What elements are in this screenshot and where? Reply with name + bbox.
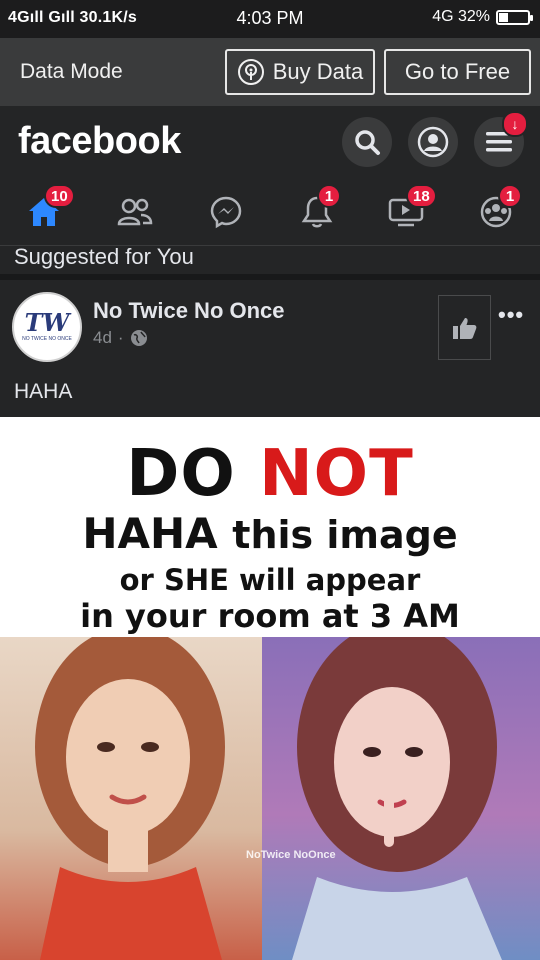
meme-line-1-b: NOT [259,437,414,511]
avatar[interactable]: TW NO TWICE NO ONCE [12,292,82,362]
data-mode-label: Data Mode [20,60,123,83]
post-image[interactable]: DO NOT HAHA this image or SHE will appea… [0,417,540,960]
suggested-label: Suggested for You [14,246,194,269]
menu-button[interactable]: ↓ [474,111,528,167]
photo-right [262,622,540,960]
status-right: 4G 32% [432,8,533,26]
data-mode-bar: Data Mode Buy Data Go to Free [0,38,540,106]
meme-line-1: DO NOT [0,437,540,511]
groups-badge: 1 [498,184,522,208]
post-card: TW NO TWICE NO ONCE No Twice No Once 4d … [0,280,540,417]
watch-badge: 18 [406,184,437,208]
go-to-free-label: Go to Free [404,59,511,84]
profile-button[interactable] [408,117,458,167]
facebook-logo[interactable]: facebook [18,120,181,163]
search-icon [355,130,380,155]
status-bar: 4Gıll Gıll 30.1K/s 4:03 PM 4G 32% [0,0,540,38]
more-options-button[interactable]: ••• [498,302,524,328]
network-battery-text: 4G 32% [432,8,490,25]
photo-left [0,627,262,960]
nav-tabs: 10 1 18 1 [0,176,540,246]
meme-line-3: or SHE will appear [119,563,421,597]
menu-download-badge: ↓ [502,111,528,137]
globe-icon [130,330,147,346]
tab-friends[interactable] [113,190,157,234]
meme-line-1-a: DO [126,437,236,511]
suggested-section-header: Suggested for You [0,246,540,280]
tab-home[interactable]: 10 [22,184,75,234]
post-text: HAHA [14,380,73,403]
go-to-free-button[interactable]: Go to Free [384,49,531,95]
avatar-mark: TW [24,308,70,337]
watermark: NoTwice NoOnce [246,849,336,861]
meme-text-area: DO NOT HAHA this image or SHE will appea… [0,417,540,637]
like-page-button[interactable] [438,295,491,360]
avatar-caption: NO TWICE NO ONCE [22,336,72,342]
portrait-right [292,622,502,960]
tab-watch[interactable]: 18 [384,184,437,234]
post-meta: 4d · [93,328,148,348]
post-time[interactable]: 4d [93,328,112,348]
meta-separator: · [117,328,124,347]
battery-icon [496,9,533,25]
home-badge: 10 [44,184,75,208]
tab-groups[interactable]: 1 [474,184,522,234]
profile-icon [417,126,449,158]
friends-icon [117,198,153,226]
broadcast-icon [237,59,264,85]
portrait-left [35,627,225,960]
notifications-badge: 1 [317,184,341,208]
buy-data-label: Buy Data [272,59,364,84]
meme-line-4: in your room at 3 AM [80,597,460,635]
meme-line-2-b: this image [232,513,458,557]
tab-notifications[interactable]: 1 [295,184,341,234]
thumbs-up-icon [452,317,476,339]
battery-fill [499,12,508,22]
tab-messenger[interactable] [204,190,248,234]
post-author[interactable]: No Twice No Once [93,298,285,324]
meme-line-2: HAHA this image [0,509,540,558]
app-header: facebook ↓ [0,106,540,176]
search-button[interactable] [342,117,392,167]
meme-line-2-a: HAHA [82,509,218,558]
messenger-icon [210,196,242,229]
buy-data-button[interactable]: Buy Data [225,49,375,95]
